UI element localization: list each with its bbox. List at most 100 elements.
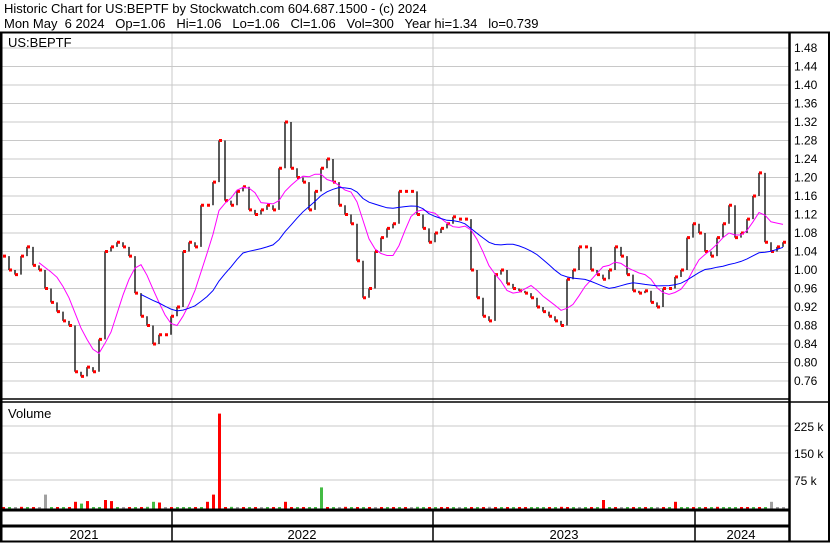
volume-bar — [152, 501, 155, 509]
close-tick — [633, 289, 636, 293]
close-tick — [39, 268, 42, 272]
close-tick — [597, 273, 600, 277]
close-tick — [411, 189, 414, 193]
close-tick — [513, 287, 516, 290]
volume-bar — [104, 500, 107, 509]
close-tick — [453, 215, 456, 219]
price-tick-label: 0.88 — [794, 319, 818, 333]
close-tick — [711, 254, 714, 258]
close-tick — [405, 189, 408, 193]
close-tick — [81, 374, 84, 378]
volume-bar — [770, 501, 773, 509]
close-tick — [75, 370, 78, 374]
close-tick — [465, 217, 468, 221]
close-tick — [777, 245, 780, 249]
volume-bar — [86, 501, 89, 509]
close-tick — [153, 342, 156, 346]
volume-bar — [80, 503, 83, 509]
price-tick-label: 0.96 — [794, 282, 818, 296]
close-tick — [219, 139, 222, 142]
close-tick — [321, 166, 324, 170]
volume-bar — [212, 494, 215, 509]
close-tick — [249, 208, 252, 212]
close-tick — [501, 268, 504, 272]
volume-tick-label: 225 k — [794, 420, 824, 434]
volume-tick-label: 150 k — [794, 447, 824, 461]
close-tick — [723, 222, 726, 226]
close-tick — [189, 240, 192, 244]
close-tick — [555, 319, 558, 323]
close-tick — [609, 268, 612, 272]
close-tick — [477, 296, 480, 300]
short-moving-average-line — [38, 173, 784, 355]
close-tick — [285, 120, 288, 124]
close-tick — [351, 222, 354, 226]
close-tick — [537, 305, 540, 309]
close-tick — [753, 194, 756, 198]
volume-bar — [44, 494, 47, 509]
close-tick — [675, 275, 678, 279]
close-tick — [129, 254, 132, 258]
volume-bar — [602, 500, 605, 509]
volume-bar — [158, 502, 161, 509]
close-tick — [783, 240, 786, 244]
close-tick — [195, 245, 198, 249]
volume-bar — [206, 501, 209, 509]
close-tick — [279, 166, 282, 170]
close-tick — [399, 189, 402, 193]
close-tick — [441, 226, 444, 230]
close-tick — [693, 222, 696, 226]
price-tick-label: 0.76 — [794, 374, 818, 388]
close-tick — [201, 203, 204, 207]
close-tick — [567, 277, 570, 281]
close-tick — [117, 240, 120, 244]
close-tick — [543, 310, 546, 314]
close-tick — [645, 289, 648, 293]
close-tick — [681, 268, 684, 272]
close-tick — [255, 213, 258, 216]
price-tick-label: 1.12 — [794, 208, 818, 222]
close-tick — [699, 231, 702, 235]
price-tick-label: 1.04 — [794, 245, 818, 259]
year-label: 2024 — [727, 527, 756, 542]
price-tick-label: 1.32 — [794, 115, 818, 129]
close-tick — [345, 213, 348, 216]
close-tick — [93, 370, 96, 374]
close-tick — [531, 296, 534, 300]
close-tick — [99, 337, 102, 341]
price-axis-labels: 0.76 0.80 0.84 0.88 0.92 0.96 1.00 1.04 1.08 1.12… — [794, 41, 818, 388]
close-tick — [717, 236, 720, 240]
close-tick — [573, 268, 576, 272]
close-tick — [651, 300, 654, 304]
close-tick — [525, 291, 528, 295]
close-tick — [159, 333, 162, 337]
price-tick-label: 1.40 — [794, 78, 818, 92]
year-label: 2021 — [70, 527, 99, 542]
close-tick — [123, 245, 126, 249]
close-tick — [165, 333, 168, 337]
volume-bar — [218, 413, 221, 509]
close-tick — [309, 208, 312, 212]
close-tick — [387, 226, 390, 230]
close-tick — [657, 305, 660, 309]
close-tick — [423, 226, 426, 230]
price-tick-label: 1.24 — [794, 152, 818, 166]
close-tick — [15, 273, 18, 277]
close-tick — [747, 217, 750, 221]
close-tick — [3, 254, 6, 258]
price-tick-label: 1.00 — [794, 263, 818, 277]
close-tick — [27, 245, 30, 249]
close-tick — [483, 314, 486, 318]
symbol-label: US:BEPTF — [8, 35, 72, 50]
close-tick — [507, 282, 510, 286]
close-tick — [183, 250, 186, 253]
close-tick — [21, 254, 24, 258]
close-tick — [57, 310, 60, 314]
close-tick — [33, 263, 36, 267]
volume-bar — [284, 501, 287, 509]
price-tick-label: 1.28 — [794, 134, 818, 148]
close-tick — [357, 259, 360, 263]
volume-bar — [674, 501, 677, 509]
close-tick — [63, 319, 66, 323]
volume-bar — [320, 487, 323, 509]
